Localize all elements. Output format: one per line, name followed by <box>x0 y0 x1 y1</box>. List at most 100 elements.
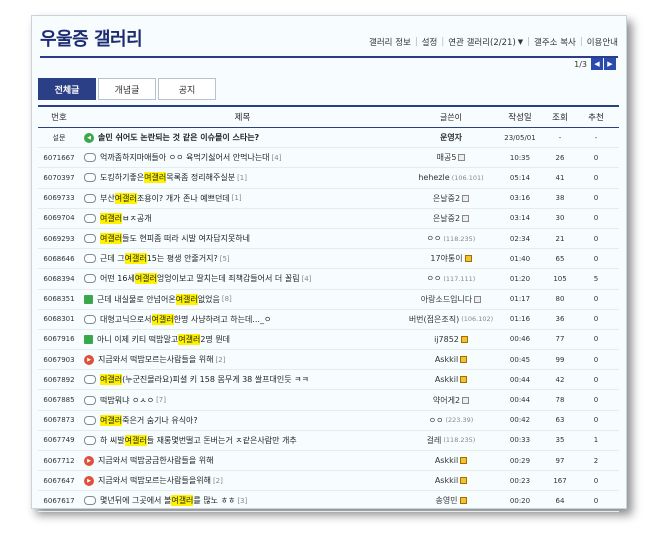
post-title[interactable]: 여갤러 (누군진몰라요)피셜 키 158 몸무게 38 쌀프대인듯 ㅋㅋ <box>80 374 405 386</box>
post-author[interactable]: 17야통이 <box>405 253 497 264</box>
post-number: 6068394 <box>43 274 75 283</box>
title-text: 억까좀하지마애들아 ㅇㅇ 육먹기싫어서 안먹나는대 <box>100 153 270 163</box>
table-row[interactable]: 6067916 아니 이제 키티 떡밥말고 여갤러 2명 뭔데 ij7852 00:4… <box>38 330 619 351</box>
comment-count[interactable]: [4] <box>272 154 282 162</box>
nav-settings[interactable]: 설정 <box>422 36 438 48</box>
post-author[interactable]: hehezle (106.101) <box>405 173 497 182</box>
post-author[interactable]: 매공5 <box>405 152 497 163</box>
table-row[interactable]: 6068646 근데 그 여갤러 15는 평생 안줄거지? [5] 17야통이 01:4… <box>38 249 619 270</box>
post-title[interactable]: 근데 그 여갤러 15는 평생 안줄거지? [5] <box>80 253 405 265</box>
post-title[interactable]: 여갤러 ㅂㅈ공개 <box>80 212 405 224</box>
title-highlight: 여갤러 <box>124 253 147 265</box>
post-author[interactable]: 운영자 <box>405 132 497 143</box>
post-author[interactable]: ij7852 <box>405 335 497 344</box>
comment-count[interactable]: [2] <box>216 356 226 364</box>
comment-count[interactable]: [8] <box>222 295 232 303</box>
post-author[interactable]: Askkil <box>405 355 497 364</box>
tab-notice[interactable]: 공지 <box>158 78 216 100</box>
comment-count[interactable]: [2] <box>213 477 223 485</box>
post-title[interactable]: 여갤러 죽은거 숨기나 유식아? <box>80 414 405 426</box>
post-author[interactable]: Askkil <box>405 476 497 485</box>
caret-down-icon[interactable]: ▼ <box>518 38 523 46</box>
comment-icon <box>84 193 96 203</box>
table-row[interactable]: 6069293 여갤러 들도 현피좀 떠라 시발 여자답지못하네 ㅇㅇ (118.235… <box>38 229 619 250</box>
post-title[interactable]: 부산 여갤러 조용이? 개가 존나 예쁘던데 [1] <box>80 192 405 204</box>
tab-all[interactable]: 전체글 <box>38 78 96 100</box>
post-views: 77 <box>555 335 565 344</box>
tab-concept[interactable]: 개념글 <box>98 78 156 100</box>
comment-count[interactable]: [3] <box>237 497 247 505</box>
nav-related-galleries[interactable]: 연관 갤러리(2/21) <box>448 36 516 48</box>
col-title: 제목 <box>234 113 251 123</box>
table-row[interactable]: 6067712 ▶ 지금와서 떡밥궁금한사람들을 위해 Askkil 00:29 97 2 <box>38 451 619 472</box>
post-views: 78 <box>555 396 565 405</box>
post-title[interactable]: 도킹하기좋은 여갤러 목록좀 정리해주실분 [1] <box>80 172 405 184</box>
table-row[interactable]: 6071667 억까좀하지마애들아 ㅇㅇ 육먹기싫어서 안먹나는대 [4] 매공5 10… <box>38 148 619 169</box>
post-author[interactable]: Askkil <box>405 375 497 384</box>
table-row[interactable]: 6067892 여갤러 (누군진몰라요)피셜 키 158 몸무게 38 쌀프대인듯 … <box>38 370 619 391</box>
title-text: 엉엉이보고 딸치는데 죄책감들어서 더 꼴림 <box>156 274 300 284</box>
post-author[interactable]: 아랑소드입니다 <box>405 294 497 305</box>
post-author[interactable]: 은날중2 <box>405 193 497 204</box>
post-views: 41 <box>555 173 565 182</box>
table-row[interactable]: 설문 ◀ 솔민 쉬어도 논란되는 것 같은 이슈몰이 스타는? 운영자 23/05/01… <box>38 128 619 149</box>
table-row[interactable]: 6067903 ▶ 지금와서 떡밥모르는사람들을 위해 [2] Askkil 00:45 9… <box>38 350 619 371</box>
post-views: 35 <box>555 436 565 445</box>
post-author[interactable]: 약어게2 <box>405 395 497 406</box>
nav-copy-address[interactable]: 갤주소 복사 <box>534 36 576 48</box>
gallery-title[interactable]: 우울증 갤러리 <box>40 25 143 51</box>
nav-usage-guide[interactable]: 이용안내 <box>587 36 618 48</box>
title-highlight: 여갤러 <box>124 434 147 446</box>
user-badge-icon <box>462 214 470 222</box>
table-row[interactable]: 6070397 도킹하기좋은 여갤러 목록좀 정리해주실분 [1] hehezle (106… <box>38 168 619 189</box>
table-row[interactable]: 6069733 부산 여갤러 조용이? 개가 존나 예쁘던데 [1] 은날중2 03:16… <box>38 189 619 209</box>
post-title[interactable]: ▶ 지금와서 떡밥궁금한사람들을 위해 <box>80 455 405 466</box>
comment-count[interactable]: [1] <box>232 194 242 202</box>
comment-count[interactable]: [5] <box>220 255 230 263</box>
post-author[interactable]: Askkil <box>405 456 497 465</box>
post-recommend: 5 <box>593 274 599 283</box>
post-title[interactable]: 아니 이제 키티 떡밥말고 여갤러 2명 뭔데 <box>80 333 405 345</box>
post-author[interactable]: 송영민 <box>405 495 497 506</box>
post-number: 6069293 <box>43 234 75 243</box>
table-row[interactable]: 6067873 여갤러 죽은거 숨기나 유식아? ㅇㅇ (223.39) 00:42 63… <box>38 411 619 431</box>
post-author[interactable]: 걸레 (118.235) <box>405 435 497 446</box>
comment-count[interactable]: [1] <box>237 174 247 182</box>
post-title[interactable]: 몇년뒤에 그곳에서 볼 여갤러 를 많노 ㅎㅎ [3] <box>80 495 405 507</box>
table-row[interactable]: 6067617 몇년뒤에 그곳에서 볼 여갤러 를 많노 ㅎㅎ [3] 송영민 00:20… <box>38 491 619 512</box>
post-title[interactable]: ▶ 지금와서 떡밥모르는사람들을위해 [2] <box>80 475 405 486</box>
post-title[interactable]: 대형고닉으로서 여갤러 한명 사냥하려고 하는데..._ㅇ <box>80 313 405 325</box>
nav-gallery-info[interactable]: 갤러리 정보 <box>369 36 411 48</box>
post-title[interactable]: 억까좀하지마애들아 ㅇㅇ 육먹기싫어서 안먹나는대 [4] <box>80 152 405 163</box>
table-row[interactable]: 6068301 대형고닉으로서 여갤러 한명 사냥하려고 하는데..._ㅇ 버번(점… <box>38 310 619 330</box>
post-date: 01:17 <box>509 295 531 304</box>
table-row[interactable]: 6067885 떡밥뭐냐 ㅇㅅㅇ [7] 약어게2 00:44 78 0 <box>38 390 619 411</box>
table-row[interactable]: 6067647 ▶ 지금와서 떡밥모르는사람들을위해 [2] Askkil 00:23 16… <box>38 471 619 492</box>
author-name: Askkil <box>434 456 459 466</box>
prev-page-icon[interactable]: ◀ <box>591 58 603 70</box>
table-row[interactable]: 6067749 하 씨발 여갤러 들 재롱몇번떨고 돈버는거 ㅈ같은사람만 개추 걸레… <box>38 431 619 451</box>
author-ip: (106.102) <box>461 315 494 324</box>
next-page-icon[interactable]: ▶ <box>604 58 616 70</box>
post-author[interactable]: ㅇㅇ (118.235) <box>405 233 497 244</box>
post-title[interactable]: 근데 내실물로 안넘어온 여갤러 없었음 [8] <box>80 293 405 305</box>
post-title[interactable]: 떡밥뭐냐 ㅇㅅㅇ [7] <box>80 395 405 406</box>
post-title[interactable]: 하 씨발 여갤러 들 재롱몇번떨고 돈버는거 ㅈ같은사람만 개추 <box>80 434 405 446</box>
post-author[interactable]: ㅇㅇ (223.39) <box>405 415 497 426</box>
post-title[interactable]: 어떤 16세 여갤러 엉엉이보고 딸치는데 죄책감들어서 더 꼴림 [4] <box>80 273 405 285</box>
post-title[interactable]: ◀ 솔민 쉬어도 논란되는 것 같은 이슈몰이 스타는? <box>80 132 405 143</box>
post-title[interactable]: ▶ 지금와서 떡밥모르는사람들을 위해 [2] <box>80 354 405 365</box>
post-title[interactable]: 여갤러 들도 현피좀 떠라 시발 여자답지못하네 <box>80 233 405 245</box>
comment-count[interactable]: [4] <box>302 275 312 283</box>
table-row[interactable]: 6068394 어떤 16세 여갤러 엉엉이보고 딸치는데 죄책감들어서 더 꼴림[… <box>38 269 619 290</box>
title-text: 대형고닉으로서 <box>100 314 152 324</box>
comment-count[interactable]: [7] <box>156 396 166 404</box>
table-row[interactable]: 6069704 여갤러 ㅂㅈ공개 은날중2 03:14 30 0 <box>38 209 619 229</box>
post-author[interactable]: ㅇㅇ (117.111) <box>405 273 497 284</box>
post-author[interactable]: 버번(점은조직) (106.102) <box>405 314 497 325</box>
post-views: 38 <box>555 194 565 203</box>
author-name: Askkil <box>434 355 459 365</box>
table-row[interactable]: 6068351 근데 내실물로 안넘어온 여갤러 없었음 [8] 아랑소드입니다 01:1… <box>38 290 619 310</box>
col-author: 글쓴이 <box>439 112 463 122</box>
post-author[interactable]: 은날중2 <box>405 213 497 224</box>
